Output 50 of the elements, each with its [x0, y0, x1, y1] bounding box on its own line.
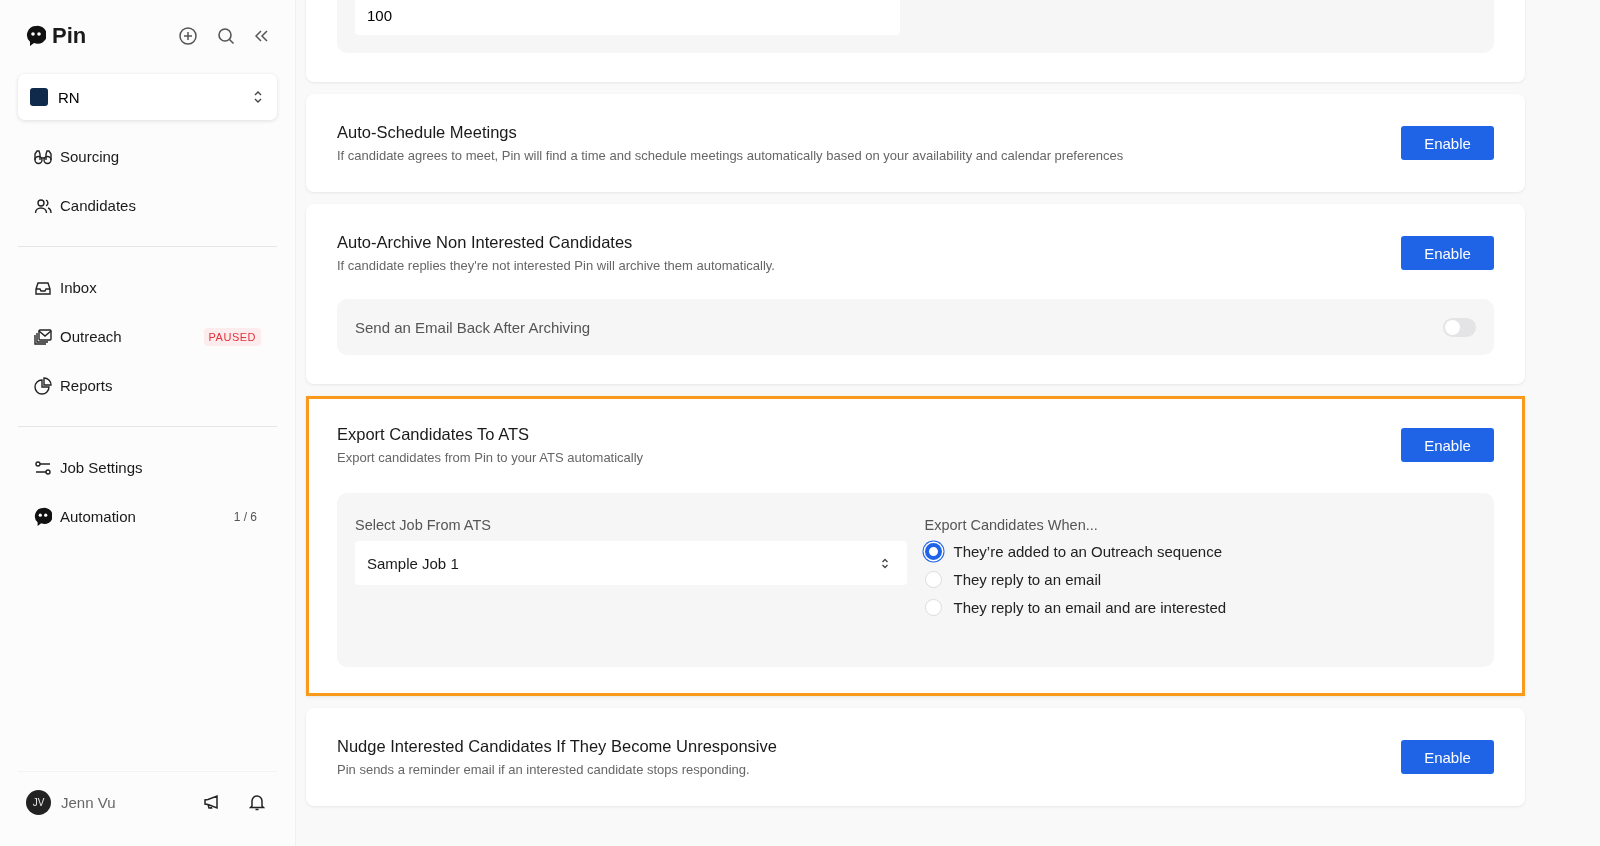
card-description: Pin sends a reminder email if an interested candidate stops responding.: [337, 762, 751, 777]
card-description: If candidate agrees to meet, Pin will find a time and schedule meetings automatically based on your availability and calendar preferences: [337, 148, 1125, 163]
logo-icon: [34, 506, 52, 527]
toggle-switch[interactable]: [1443, 317, 1476, 337]
card-title: Auto-Schedule Meetings: [337, 123, 518, 142]
nav-item[interactable]: Outreach PAUSED: [18, 312, 277, 361]
search-icon[interactable]: [217, 27, 235, 45]
radio-label[interactable]: They reply to an email and are interested: [953, 598, 1227, 616]
enable-button[interactable]: Enable: [1401, 428, 1494, 462]
enable-button[interactable]: Enable: [1401, 236, 1494, 270]
chevron-updown-icon: [253, 90, 263, 104]
field-label: Export Candidates When...: [924, 517, 1099, 533]
field-label: Select Job From ATS: [355, 517, 492, 533]
logo-icon: [26, 25, 46, 47]
radio-label[interactable]: They’re added to an Outreach sequence: [953, 542, 1222, 560]
avatar[interactable]: JV: [26, 789, 51, 815]
workspace-selector[interactable]: RN: [18, 74, 277, 120]
number-field[interactable]: 100: [355, 0, 900, 35]
megaphone-icon[interactable]: [203, 794, 221, 810]
radio-label[interactable]: They reply to an email: [953, 570, 1102, 588]
mail-stack-icon: [34, 327, 52, 346]
nav-item[interactable]: Job Settings: [18, 443, 277, 492]
nav-item[interactable]: Automation 1 / 6: [18, 492, 277, 541]
job-select[interactable]: Sample Job 1: [355, 541, 907, 585]
bell-icon[interactable]: [249, 793, 265, 811]
brand-name: Pin: [52, 23, 87, 49]
workspace-logo: [30, 88, 48, 106]
pie-chart-icon: [34, 376, 52, 395]
binoculars-icon: [34, 147, 52, 166]
card-title: Export Candidates To ATS: [337, 425, 530, 444]
status-badge: PAUSED: [203, 327, 261, 346]
option-label: Send an Email Back After Archiving: [355, 318, 591, 336]
add-icon[interactable]: [179, 27, 197, 45]
collapse-icon[interactable]: [255, 30, 269, 42]
count-label: 1 / 6: [233, 509, 257, 524]
chevron-updown-icon: [880, 557, 889, 569]
nav-item[interactable]: Reports: [18, 361, 277, 410]
nav-item[interactable]: Inbox: [18, 263, 277, 312]
user-name: Jenn Vu: [61, 793, 116, 811]
card-title: Nudge Interested Candidates If They Become Unresponsive: [337, 737, 778, 756]
enable-button[interactable]: Enable: [1401, 740, 1494, 774]
enable-button[interactable]: Enable: [1401, 126, 1494, 160]
users-icon: [34, 196, 52, 215]
card-description: If candidate replies they're not interested Pin will archive them automatically.: [337, 258, 776, 273]
nav-item[interactable]: Sourcing: [18, 132, 277, 181]
sliders-icon: [34, 458, 52, 477]
card-description: Export candidates from Pin to your ATS automatically: [337, 450, 645, 465]
card-title: Auto-Archive Non Interested Candidates: [337, 233, 634, 252]
radio-button[interactable]: [924, 542, 942, 560]
nav-item[interactable]: Candidates: [18, 181, 277, 230]
